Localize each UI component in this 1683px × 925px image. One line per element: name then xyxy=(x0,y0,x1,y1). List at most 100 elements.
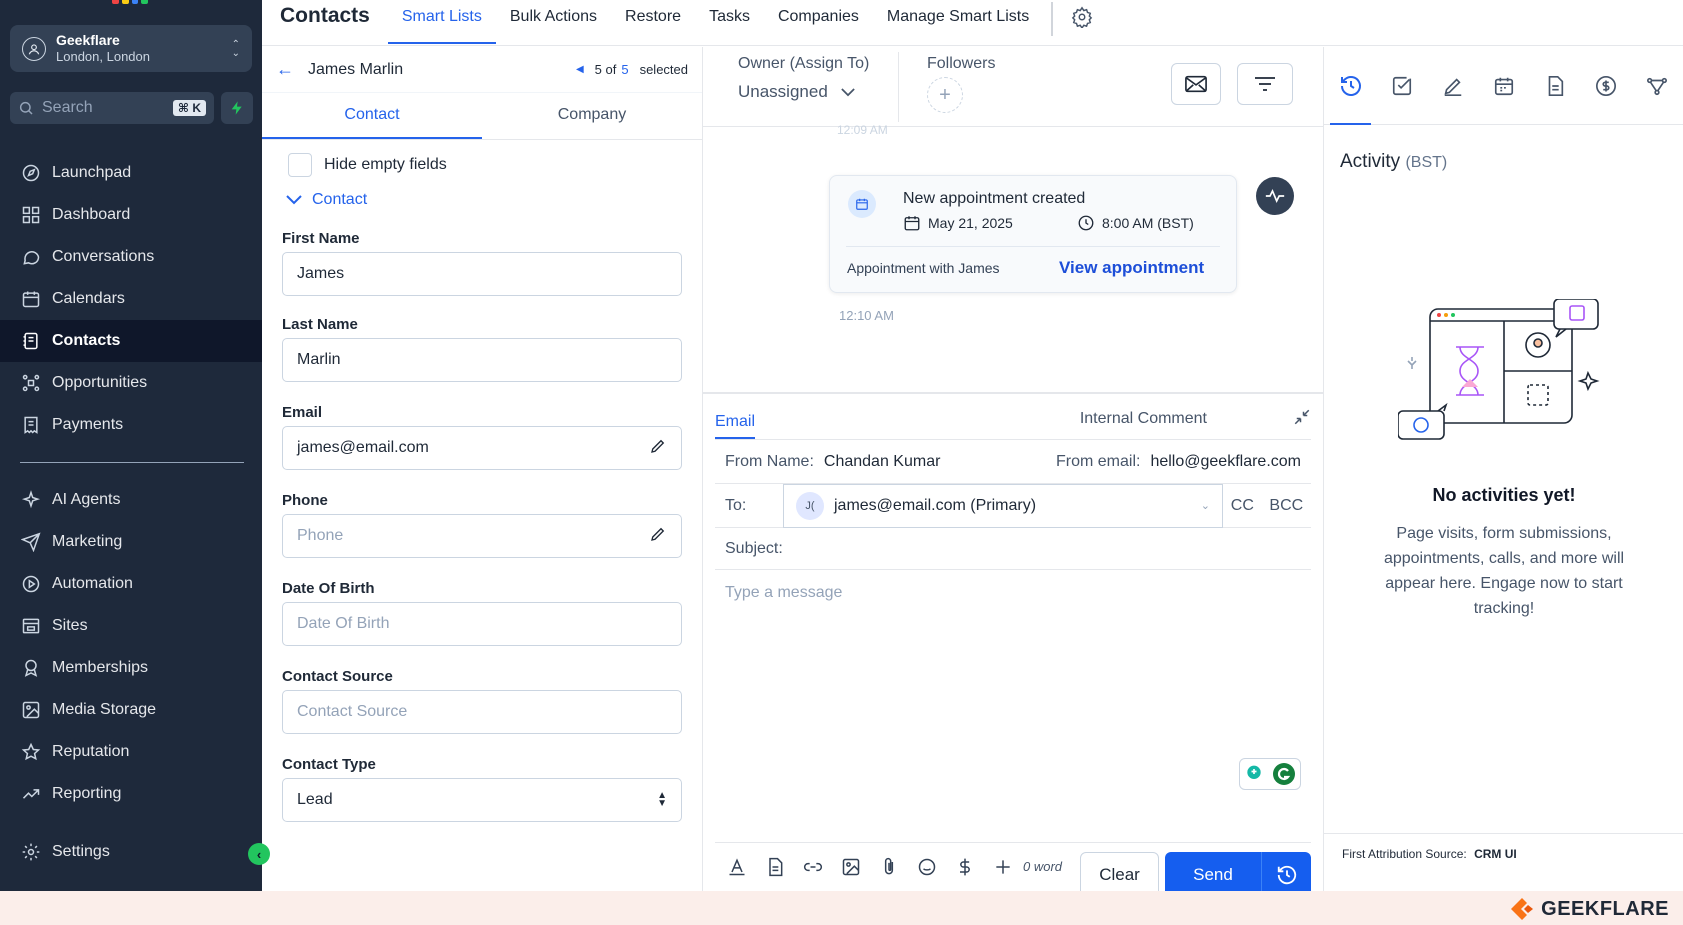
dob-input[interactable]: Date Of Birth xyxy=(282,602,682,646)
recipient-avatar: J( xyxy=(796,491,824,520)
pencil-icon[interactable] xyxy=(649,525,667,548)
tab-company[interactable]: Company xyxy=(482,93,702,139)
sidebar-item-contacts[interactable]: Contacts xyxy=(0,320,262,362)
activity-timezone: (BST) xyxy=(1405,154,1448,171)
collapse-icon[interactable] xyxy=(1293,408,1311,431)
link-icon[interactable] xyxy=(801,855,825,879)
tab-companies[interactable]: Companies xyxy=(764,0,873,44)
calendar-icon xyxy=(848,190,876,218)
owner-select[interactable]: Unassigned xyxy=(738,82,898,102)
calendar-icon[interactable] xyxy=(1491,73,1516,98)
collapse-sidebar-button[interactable]: ‹ xyxy=(248,843,270,865)
location-icon xyxy=(22,36,46,61)
sidebar-item-reporting[interactable]: Reporting xyxy=(0,773,262,815)
grammarly-icon xyxy=(1273,763,1295,785)
tab-smart-lists[interactable]: Smart Lists xyxy=(387,0,496,44)
tab-bulk-actions[interactable]: Bulk Actions xyxy=(496,0,611,44)
brand-logo: GEEKFLARE xyxy=(1509,896,1669,922)
sidebar-item-opportunities[interactable]: Opportunities xyxy=(0,362,262,404)
calendar-icon xyxy=(904,216,920,231)
template-icon[interactable] xyxy=(763,855,787,879)
filter-button[interactable] xyxy=(1237,63,1293,105)
sidebar-item-calendars[interactable]: Calendars xyxy=(0,278,262,320)
dollar-circle-icon[interactable] xyxy=(1593,73,1618,98)
sidebar-item-dashboard[interactable]: Dashboard xyxy=(0,194,262,236)
sidebar-item-media-storage[interactable]: Media Storage xyxy=(0,689,262,731)
phone-placeholder: Phone xyxy=(297,527,344,544)
message-input[interactable]: Type a message xyxy=(715,570,1311,790)
contact-source-input[interactable]: Contact Source xyxy=(282,690,682,734)
hide-empty-toggle[interactable]: Hide empty fields xyxy=(262,140,702,177)
text-format-icon[interactable] xyxy=(725,855,749,879)
tab-tasks[interactable]: Tasks xyxy=(695,0,764,44)
owner-label: Owner (Assign To) xyxy=(738,55,870,72)
sidebar-item-memberships[interactable]: Memberships xyxy=(0,647,262,689)
document-icon[interactable] xyxy=(1542,73,1567,98)
sidebar-item-label: Contacts xyxy=(52,332,121,349)
mail-icon xyxy=(1185,75,1207,93)
from-name-label: From Name: xyxy=(725,452,814,470)
prev-record-icon[interactable]: ◀ xyxy=(576,64,584,75)
workflow-icon[interactable] xyxy=(1644,73,1669,98)
quick-action-button[interactable] xyxy=(221,92,253,124)
sidebar-item-conversations[interactable]: Conversations xyxy=(0,236,262,278)
pencil-icon[interactable] xyxy=(649,437,667,460)
opportunities-icon xyxy=(20,372,42,394)
sidebar-item-sites[interactable]: Sites xyxy=(0,605,262,647)
search-icon xyxy=(19,101,33,115)
dollar-icon[interactable] xyxy=(953,855,977,879)
last-name-input[interactable]: Marlin xyxy=(282,338,682,382)
grammarly-widget[interactable] xyxy=(1239,758,1301,790)
from-email-value[interactable]: hello@geekflare.com xyxy=(1150,453,1301,471)
appointment-card: New appointment created May 21, 2025 8:0… xyxy=(829,175,1237,293)
phone-input[interactable]: Phone xyxy=(282,514,682,558)
tab-contact[interactable]: Contact xyxy=(262,93,482,139)
email-label: Email xyxy=(282,404,323,421)
empty-state-description: Page visits, form submissions, appointme… xyxy=(1383,525,1625,617)
emoji-icon[interactable] xyxy=(915,855,939,879)
note-pencil-icon[interactable] xyxy=(1440,73,1465,98)
bcc-button[interactable]: BCC xyxy=(1269,497,1303,515)
subject-field[interactable]: Subject: xyxy=(715,528,1311,570)
clock-icon xyxy=(1277,865,1296,884)
email-view-button[interactable] xyxy=(1171,63,1221,105)
sidebar-item-automation[interactable]: Automation xyxy=(0,563,262,605)
image-icon[interactable] xyxy=(839,855,863,879)
cc-button[interactable]: CC xyxy=(1231,497,1254,515)
sidebar-item-payments[interactable]: Payments xyxy=(0,404,262,446)
email-input[interactable]: james@email.com xyxy=(282,426,682,470)
sidebar: Geekflare London, London ⌃ ⌄ Search ⌘ K L… xyxy=(0,0,262,891)
sites-icon xyxy=(20,615,42,637)
search-input[interactable]: Search ⌘ K xyxy=(10,92,214,124)
hide-empty-label: Hide empty fields xyxy=(324,156,447,173)
filter-icon xyxy=(1255,77,1275,91)
to-recipient-select[interactable]: J( james@email.com (Primary) ⌄ xyxy=(783,483,1223,528)
from-name-value[interactable]: Chandan Kumar xyxy=(824,453,941,471)
account-switcher[interactable]: Geekflare London, London ⌃ ⌄ xyxy=(10,25,252,72)
tab-restore[interactable]: Restore xyxy=(611,0,695,44)
sidebar-item-reputation[interactable]: Reputation xyxy=(0,731,262,773)
back-arrow-icon[interactable]: ← xyxy=(276,59,294,80)
hide-empty-checkbox[interactable] xyxy=(288,153,312,177)
task-check-icon[interactable] xyxy=(1389,73,1414,98)
owner-assign[interactable]: Owner (Assign To) Unassigned xyxy=(703,52,899,122)
sidebar-item-launchpad[interactable]: Launchpad xyxy=(0,152,262,194)
to-recipient-value: james@email.com (Primary) xyxy=(834,496,1037,514)
sidebar-item-ai-agents[interactable]: AI Agents xyxy=(0,479,262,521)
add-follower-button[interactable]: + xyxy=(927,77,963,113)
tab-internal-comment[interactable]: Internal Comment xyxy=(1080,410,1207,428)
settings-gear-icon[interactable] xyxy=(1061,0,1103,33)
contact-type-select[interactable]: Lead ▲ ▼ xyxy=(282,778,682,822)
view-appointment-link[interactable]: View appointment xyxy=(1059,258,1204,278)
sidebar-item-settings[interactable]: Settings xyxy=(0,831,262,873)
plus-icon[interactable] xyxy=(991,855,1015,879)
contact-section-toggle[interactable]: Contact xyxy=(262,177,702,209)
paperclip-icon[interactable] xyxy=(877,855,901,879)
sidebar-item-marketing[interactable]: Marketing xyxy=(0,521,262,563)
email-value: james@email.com xyxy=(297,439,429,456)
account-name: Geekflare xyxy=(56,32,120,48)
tab-email[interactable]: Email xyxy=(715,413,756,439)
tab-manage-smart-lists[interactable]: Manage Smart Lists xyxy=(873,0,1043,44)
first-name-input[interactable]: James xyxy=(282,252,682,296)
activity-history-icon[interactable] xyxy=(1330,73,1371,125)
